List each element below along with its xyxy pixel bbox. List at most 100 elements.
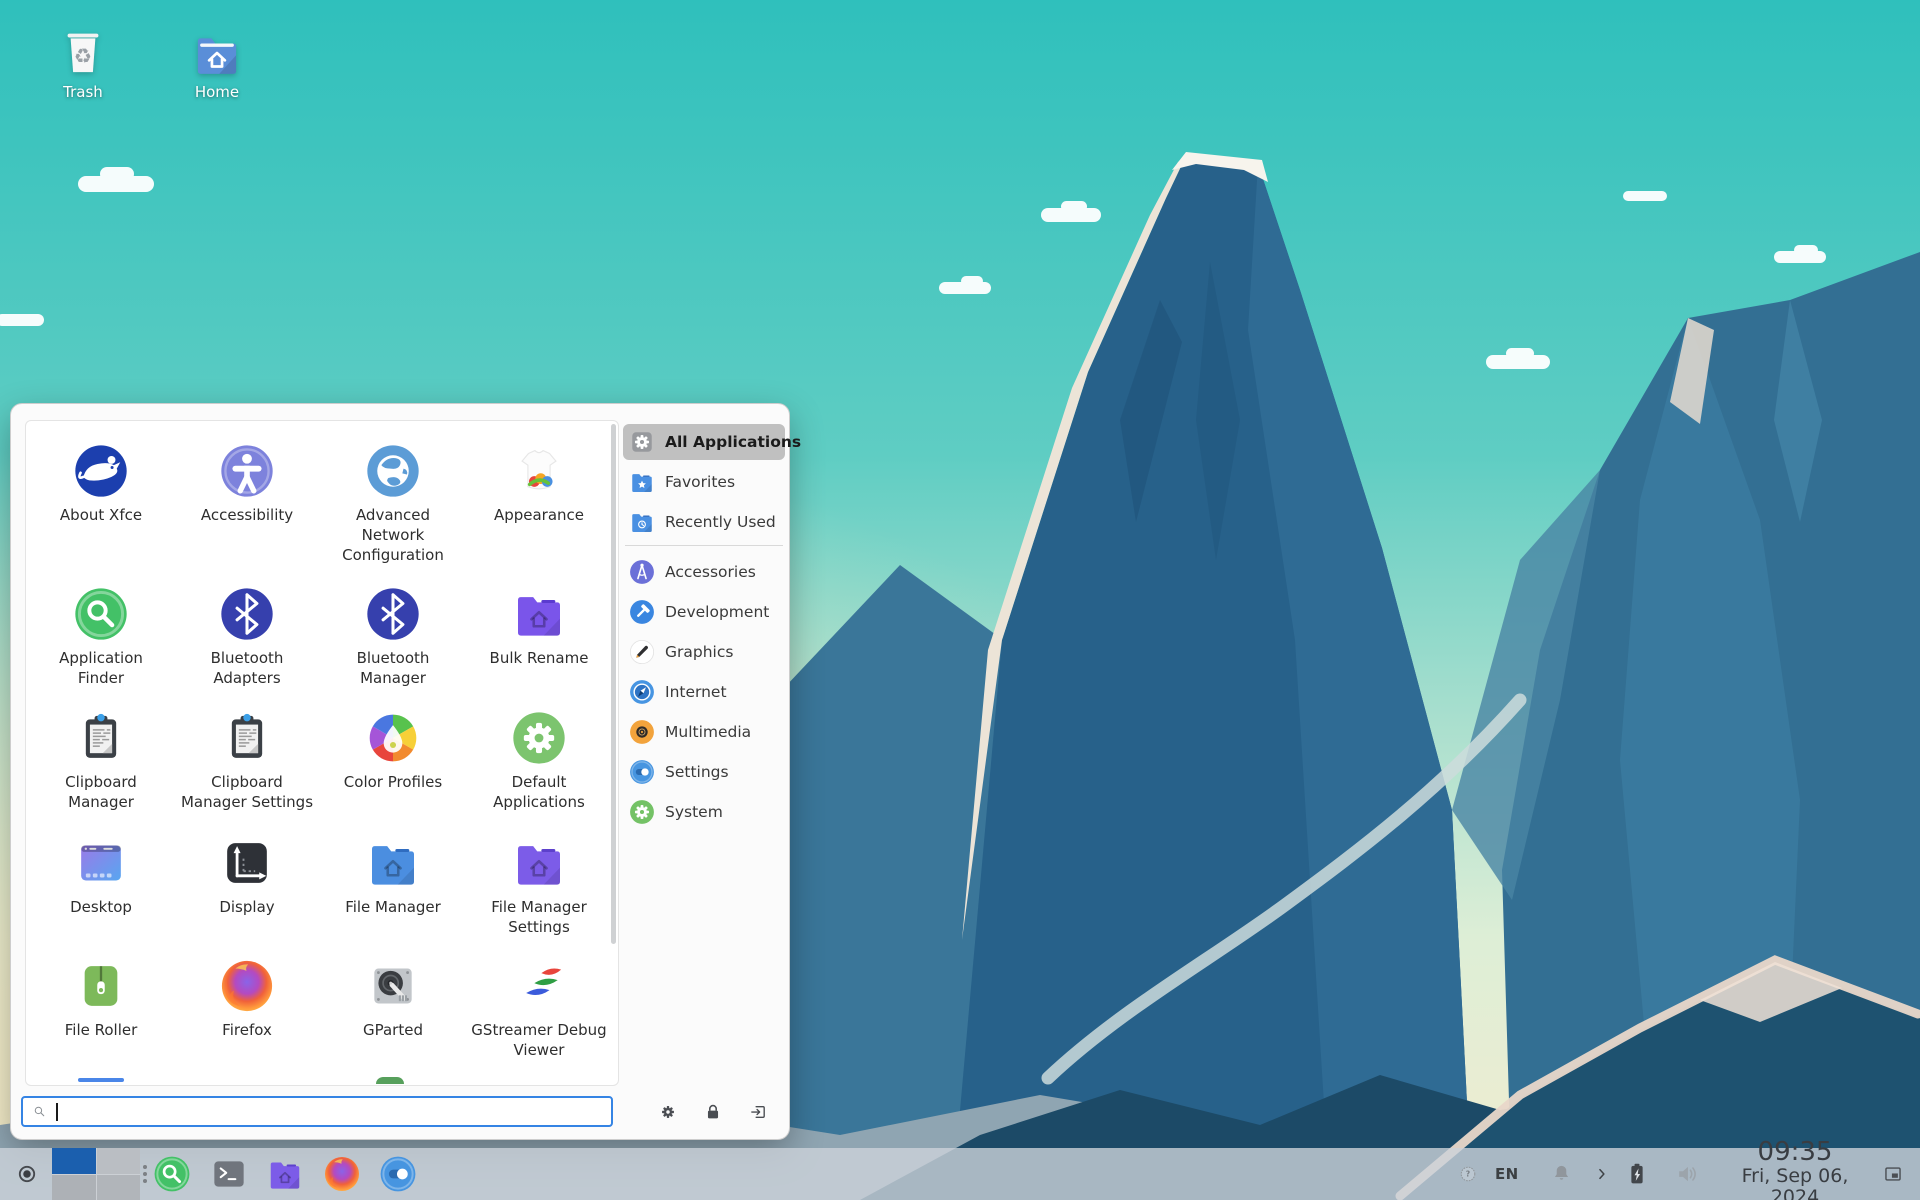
- app-grid-row: About Xfce Accessibility AdvancedNetwork…: [26, 443, 618, 565]
- volume-icon[interactable]: [1672, 1159, 1702, 1189]
- app-item-advanced-network-configuration[interactable]: AdvancedNetworkConfiguration: [320, 443, 466, 565]
- workspace-1[interactable]: [52, 1148, 96, 1174]
- app-item-file-roller[interactable]: File Roller: [28, 958, 174, 1061]
- text-caret: [56, 1103, 58, 1121]
- menu-footer-buttons: [657, 1101, 769, 1123]
- taskbar-launcher-file-manager[interactable]: [266, 1155, 304, 1193]
- lock-screen-button[interactable]: [702, 1101, 724, 1123]
- category-item-accessories[interactable]: Accessories: [623, 554, 785, 590]
- category-item-all-applications[interactable]: All Applications: [623, 424, 785, 460]
- desktop: ♻ Trash Home About Xfce Accessibility Ad…: [0, 0, 1920, 1200]
- taskbar-launcher-application-finder[interactable]: [153, 1155, 191, 1193]
- settings-button[interactable]: [657, 1101, 679, 1123]
- show-desktop-tray-icon[interactable]: [1880, 1161, 1906, 1187]
- category-label: Graphics: [665, 643, 733, 661]
- folder-house-blue-icon: [365, 835, 421, 891]
- category-item-favorites[interactable]: Favorites: [623, 464, 785, 500]
- category-item-internet[interactable]: Internet: [623, 674, 785, 710]
- app-item-bluetooth-adapters[interactable]: BluetoothAdapters: [174, 586, 320, 689]
- app-item-application-finder[interactable]: ApplicationFinder: [28, 586, 174, 689]
- folder-house-violet-icon: [511, 586, 567, 642]
- category-label: Internet: [665, 683, 727, 701]
- app-item-desktop[interactable]: Desktop: [28, 835, 174, 938]
- category-separator: [625, 545, 783, 546]
- help-indicator-icon[interactable]: ?: [1455, 1161, 1481, 1187]
- app-item-label: File ManagerSettings: [491, 898, 587, 938]
- log-out-button[interactable]: [747, 1101, 769, 1123]
- app-item-label: BluetoothAdapters: [211, 649, 284, 689]
- app-item-label: BluetoothManager: [357, 649, 430, 689]
- taskbar-launcher-firefox[interactable]: [323, 1155, 361, 1193]
- app-item-color-profiles[interactable]: Color Profiles: [320, 710, 466, 813]
- panel-drag-handle[interactable]: [143, 1165, 147, 1183]
- tray-expand-chevron-icon[interactable]: [1592, 1164, 1612, 1184]
- bluetooth-icon: [219, 586, 275, 642]
- app-item-about-xfce[interactable]: About Xfce: [28, 443, 174, 565]
- app-item-firefox[interactable]: Firefox: [174, 958, 320, 1061]
- trash-icon: ♻: [56, 26, 110, 80]
- favorites-folder-icon: [629, 469, 655, 495]
- workspace-4[interactable]: [97, 1175, 141, 1200]
- app-item-display[interactable]: Display: [174, 835, 320, 938]
- firefox-icon: [219, 958, 275, 1014]
- app-item-label: DefaultApplications: [493, 773, 585, 813]
- app-item-gstreamer-debug-viewer[interactable]: GStreamer DebugViewer: [466, 958, 612, 1061]
- app-item-label: File Roller: [65, 1021, 138, 1041]
- app-item-file-manager[interactable]: File Manager: [320, 835, 466, 938]
- keyboard-layout-indicator[interactable]: EN: [1495, 1165, 1519, 1183]
- app-item-gparted[interactable]: GParted: [320, 958, 466, 1061]
- battery-charging-icon[interactable]: [1622, 1159, 1652, 1189]
- category-label: Recently Used: [665, 513, 776, 531]
- clipboard-icon: [73, 710, 129, 766]
- app-item-clipboard-manager[interactable]: ClipboardManager: [28, 710, 174, 813]
- app-item-default-applications[interactable]: DefaultApplications: [466, 710, 612, 813]
- app-item-bulk-rename[interactable]: Bulk Rename: [466, 586, 612, 689]
- category-label: Accessories: [665, 563, 756, 581]
- folder-house-purple-icon: [511, 835, 567, 891]
- workspace-2[interactable]: [97, 1148, 141, 1174]
- internet-compass-icon: [629, 679, 655, 705]
- app-item-appearance[interactable]: Appearance: [466, 443, 612, 565]
- category-item-development[interactable]: Development: [623, 594, 785, 630]
- app-item-label: Desktop: [70, 898, 132, 918]
- app-item-clipboard-manager-settings[interactable]: ClipboardManager Settings: [174, 710, 320, 813]
- recent-folder-icon: [629, 509, 655, 535]
- desktop-icon-label: Trash: [41, 83, 125, 101]
- multimedia-speaker-icon: [629, 719, 655, 745]
- category-item-system[interactable]: System: [623, 794, 785, 830]
- display-axes-icon: [219, 835, 275, 891]
- app-item-label: File Manager: [345, 898, 441, 918]
- search-input[interactable]: [21, 1096, 613, 1127]
- app-item-label: ApplicationFinder: [59, 649, 143, 689]
- desktop-window-icon: [73, 835, 129, 891]
- color-profiles-icon: [365, 710, 421, 766]
- category-label: All Applications: [665, 433, 801, 451]
- app-item-label: Bulk Rename: [490, 649, 589, 669]
- workspace-3[interactable]: [52, 1175, 96, 1200]
- bluetooth-icon: [365, 586, 421, 642]
- taskbar-launcher-terminal[interactable]: [210, 1155, 248, 1193]
- graphics-pencil-icon: [629, 639, 655, 665]
- clock[interactable]: 09:35 Fri, Sep 06, 2024: [1716, 1139, 1874, 1200]
- app-item-label: GStreamer DebugViewer: [471, 1021, 606, 1061]
- desktop-icon-trash[interactable]: ♻ Trash: [41, 26, 125, 101]
- taskbar-launcher-settings[interactable]: [379, 1155, 417, 1193]
- development-hammer-icon: [629, 599, 655, 625]
- app-item-accessibility[interactable]: Accessibility: [174, 443, 320, 565]
- category-item-settings[interactable]: Settings: [623, 754, 785, 790]
- whisker-menu: About Xfce Accessibility AdvancedNetwork…: [10, 403, 790, 1140]
- category-item-recently-used[interactable]: Recently Used: [623, 504, 785, 540]
- category-item-multimedia[interactable]: Multimedia: [623, 714, 785, 750]
- system-gear-icon: [629, 799, 655, 825]
- app-item-label: Appearance: [494, 506, 584, 526]
- category-item-graphics[interactable]: Graphics: [623, 634, 785, 670]
- show-desktop-button[interactable]: [12, 1159, 42, 1189]
- app-item-file-manager-settings[interactable]: File ManagerSettings: [466, 835, 612, 938]
- app-grid: About Xfce Accessibility AdvancedNetwork…: [25, 420, 619, 1086]
- clock-time: 09:35: [1716, 1139, 1874, 1166]
- desktop-icon-home[interactable]: Home: [175, 26, 259, 101]
- notifications-bell-icon[interactable]: [1548, 1161, 1575, 1188]
- app-item-bluetooth-manager[interactable]: BluetoothManager: [320, 586, 466, 689]
- settings-toggle-icon: [629, 759, 655, 785]
- app-item-label: Color Profiles: [344, 773, 442, 793]
